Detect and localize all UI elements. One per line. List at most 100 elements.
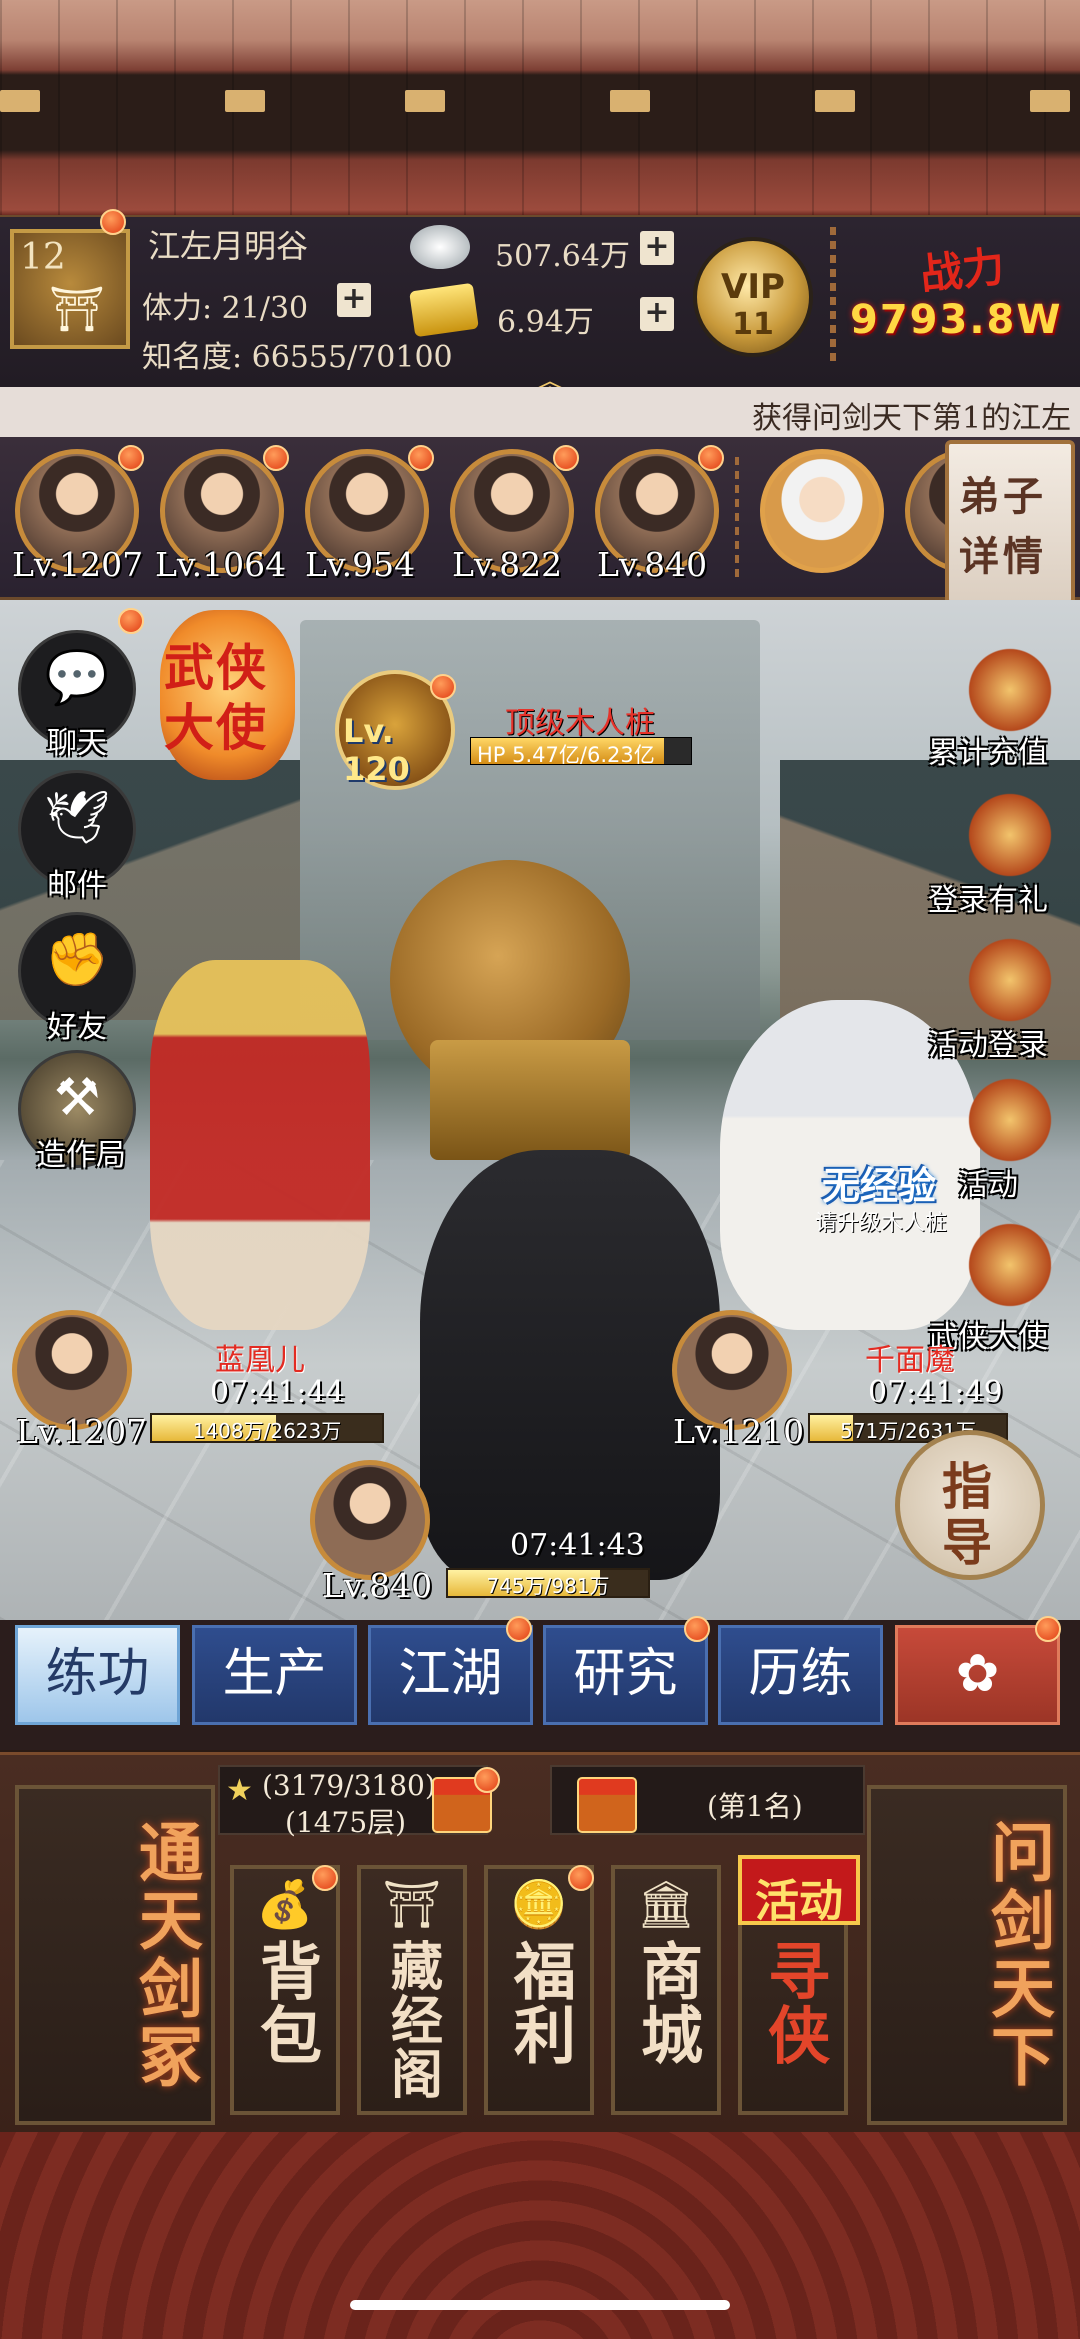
boss-hp-text: HP 5.47亿/6.23亿 bbox=[477, 743, 655, 767]
marquee-text: 获得问剑天下第1的江左 bbox=[752, 401, 1072, 436]
roof-plank bbox=[610, 90, 650, 112]
card-label: 寻侠 bbox=[757, 1939, 830, 2067]
red-armored-hero[interactable] bbox=[150, 960, 370, 1330]
unit-name: 蓝凰儿 bbox=[215, 1343, 305, 1378]
unit-hp-text: 1408万/2623万 bbox=[192, 1419, 342, 1443]
silver-amount: 507.64万 bbox=[495, 239, 630, 274]
player-level-badge[interactable]: 12 ⛩ bbox=[10, 229, 130, 349]
bottom-panel: 通天剑冢 问剑天下 ★ (3179/3180) (1475层) (第1名) 💰 … bbox=[0, 1752, 1080, 2135]
unit-timer: 07:41:44 bbox=[210, 1375, 345, 1410]
shop-button[interactable]: 🏛 商城 bbox=[611, 1865, 721, 2115]
pagoda-icon: ⛩ bbox=[49, 284, 105, 335]
lantern-icon[interactable] bbox=[960, 935, 1060, 1025]
main-tabs: 练功 生产 江湖 研究 历练 ✿ bbox=[0, 1616, 1080, 1750]
rank-text: (第1名) bbox=[707, 1790, 803, 1823]
notification-dot bbox=[474, 1767, 500, 1793]
notification-dot bbox=[553, 445, 579, 471]
tab-practice[interactable]: 练功 bbox=[15, 1625, 180, 1725]
warrior-icon[interactable] bbox=[960, 1220, 1060, 1310]
gift-icon[interactable] bbox=[577, 1777, 637, 1833]
sword-world-card[interactable]: 问剑天下 bbox=[867, 1785, 1067, 2125]
disciple-level: Lv.1064 bbox=[155, 545, 287, 584]
tower-progress: (3179/3180) bbox=[262, 1769, 436, 1802]
notification-dot bbox=[408, 445, 434, 471]
gold-add-button[interactable]: + bbox=[640, 297, 674, 331]
unit-portrait[interactable] bbox=[310, 1460, 430, 1580]
roof-plank bbox=[0, 90, 40, 112]
event-login-label: 活动登录 bbox=[928, 1028, 1048, 1063]
friends-label: 好友 bbox=[47, 1010, 107, 1045]
unit-name: 千面魔 bbox=[865, 1343, 955, 1378]
tab-flower[interactable]: ✿ bbox=[895, 1625, 1060, 1725]
scripture-pavilion-button[interactable]: ⛩ 藏经阁 bbox=[357, 1865, 467, 2115]
fame-label: 知名度: bbox=[142, 340, 243, 375]
treasure-icon[interactable] bbox=[960, 645, 1060, 735]
tab-label: 历练 bbox=[748, 1644, 853, 1704]
notification-dot bbox=[118, 445, 144, 471]
disciple-detail-button[interactable]: 弟子 详情 bbox=[945, 440, 1075, 605]
guide-button[interactable]: 指 导 bbox=[895, 1430, 1045, 1580]
divider bbox=[735, 457, 739, 577]
notification-dot bbox=[1035, 1616, 1061, 1642]
combat-power[interactable]: 9793.8W bbox=[850, 297, 1062, 343]
roof-plank bbox=[225, 90, 265, 112]
tab-experience[interactable]: 历练 bbox=[718, 1625, 883, 1725]
tab-label: 生产 bbox=[222, 1644, 327, 1704]
mail-label: 邮件 bbox=[47, 868, 107, 903]
tab-label: 研究 bbox=[573, 1644, 678, 1704]
vip-badge[interactable]: VIP 11 bbox=[693, 237, 813, 357]
welfare-button[interactable]: 🪙 福利 bbox=[484, 1865, 594, 2115]
roof-plank bbox=[1030, 90, 1070, 112]
disciple-row: Lv.1207 Lv.1064 Lv.954 Lv.822 Lv.840 bbox=[0, 437, 1080, 600]
unit-hp-bar: 745万/981万 bbox=[446, 1568, 650, 1598]
card-label: 背包 bbox=[249, 1939, 322, 2067]
festival-icon[interactable] bbox=[960, 1075, 1060, 1165]
vip-level: 11 bbox=[732, 307, 774, 342]
stamina-add-button[interactable]: + bbox=[337, 283, 371, 317]
chat-label: 聊天 bbox=[47, 726, 107, 761]
gold-amount: 6.94万 bbox=[497, 305, 594, 340]
notification-dot bbox=[100, 209, 126, 235]
roof-decoration bbox=[0, 0, 1080, 215]
stamina-row: 体力: 21/30 bbox=[142, 283, 308, 327]
tab-jianghu[interactable]: 江湖 bbox=[368, 1625, 533, 1725]
shop-icon: 🏛 bbox=[636, 1877, 696, 1931]
notification-dot bbox=[684, 1616, 710, 1642]
chest-icon[interactable] bbox=[960, 790, 1060, 880]
announcement-marquee: 获得问剑天下第1的江左 bbox=[0, 387, 1080, 437]
double-chevron-up-icon[interactable]: ︽ bbox=[520, 357, 580, 400]
tab-research[interactable]: 研究 bbox=[543, 1625, 708, 1725]
flower-icon: ✿ bbox=[955, 1644, 1000, 1704]
notification-dot bbox=[312, 1865, 338, 1891]
unit-timer: 07:41:49 bbox=[868, 1375, 1003, 1410]
fame-value: 66555/70100 bbox=[251, 340, 453, 375]
divider bbox=[830, 227, 836, 367]
lantern-text: 大使 bbox=[164, 698, 268, 757]
recharge-label: 累计充值 bbox=[928, 736, 1048, 771]
home-indicator[interactable] bbox=[350, 2300, 730, 2310]
wuxia-envoy-lantern[interactable]: 武侠 大使 bbox=[160, 610, 295, 780]
silver-ingot-icon bbox=[410, 225, 470, 269]
stamina-value: 21/30 bbox=[221, 291, 309, 326]
disciple-detail-label: 弟子 bbox=[959, 473, 1047, 520]
master-portrait[interactable] bbox=[760, 449, 884, 573]
bag-button[interactable]: 💰 背包 bbox=[230, 1865, 340, 2115]
unit-hp-text: 745万/981万 bbox=[486, 1574, 610, 1598]
tongtian-sword-tomb-card[interactable]: 通天剑冢 bbox=[15, 1785, 215, 2125]
boss-level: Lv. 120 bbox=[343, 712, 410, 788]
stamina-label: 体力: bbox=[142, 291, 213, 326]
disciple-level: Lv.822 bbox=[452, 545, 563, 584]
upgrade-tip: 请升级木人桩 bbox=[815, 1211, 948, 1236]
unit-timer: 07:41:43 bbox=[510, 1528, 645, 1563]
notification-dot bbox=[568, 1865, 594, 1891]
silver-add-button[interactable]: + bbox=[640, 231, 674, 265]
boss-name: 顶级木人桩 bbox=[505, 706, 655, 741]
fame-row: 知名度: 66555/70100 bbox=[142, 332, 453, 376]
tab-production[interactable]: 生产 bbox=[192, 1625, 357, 1725]
event-label: 活动 bbox=[958, 1168, 1018, 1203]
pavilion-icon: ⛩ bbox=[382, 1877, 442, 1931]
event-tag: 活动 bbox=[738, 1855, 860, 1927]
notification-dot bbox=[118, 608, 144, 634]
notification-dot bbox=[263, 445, 289, 471]
card-title: 通天剑冢 bbox=[128, 1819, 203, 2091]
